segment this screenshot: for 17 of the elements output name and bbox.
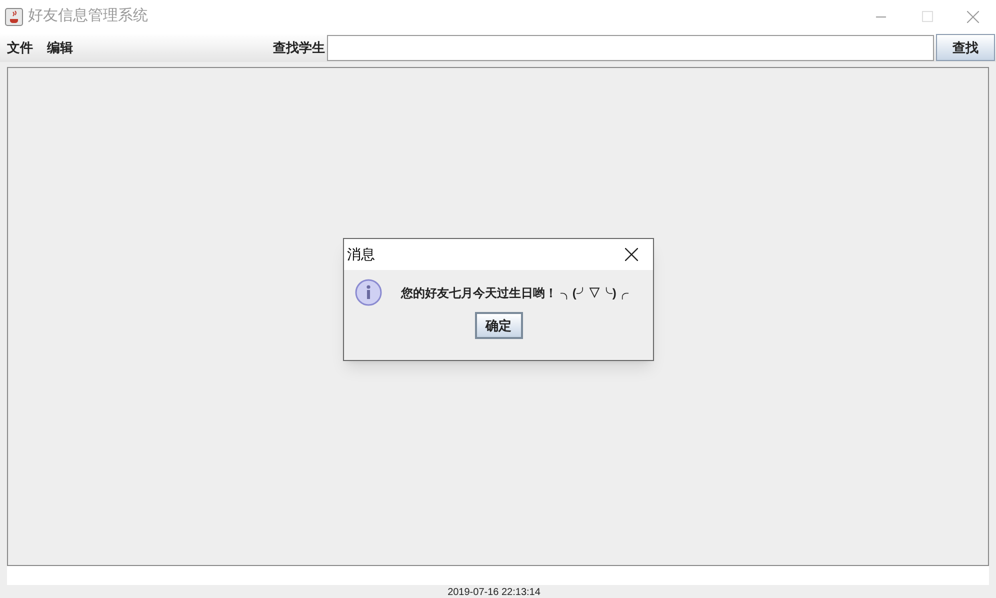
minimize-icon bbox=[876, 16, 886, 18]
app-icon bbox=[5, 8, 23, 26]
close-icon bbox=[624, 248, 638, 261]
search-label: 查找学生 bbox=[273, 38, 325, 57]
search-button[interactable]: 查找 bbox=[936, 34, 995, 61]
dialog-title: 消息 bbox=[347, 245, 375, 264]
close-icon bbox=[967, 10, 979, 22]
maximize-icon bbox=[922, 11, 932, 22]
dialog-message: 您的好友七月今天过生日哟！ ╮(╯▽╰)╭ bbox=[401, 284, 628, 302]
search-field[interactable] bbox=[327, 34, 934, 60]
info-icon bbox=[355, 279, 382, 306]
status-text: 2019-07-16 22:13:14 bbox=[448, 587, 540, 598]
menu-item[interactable]: 文件 bbox=[7, 38, 33, 58]
window-title: 好友信息管理系统 bbox=[28, 6, 148, 26]
menu-item[interactable]: 编辑 bbox=[47, 38, 73, 58]
ok-button[interactable]: 确定 bbox=[474, 312, 522, 339]
close-button[interactable] bbox=[623, 246, 639, 262]
